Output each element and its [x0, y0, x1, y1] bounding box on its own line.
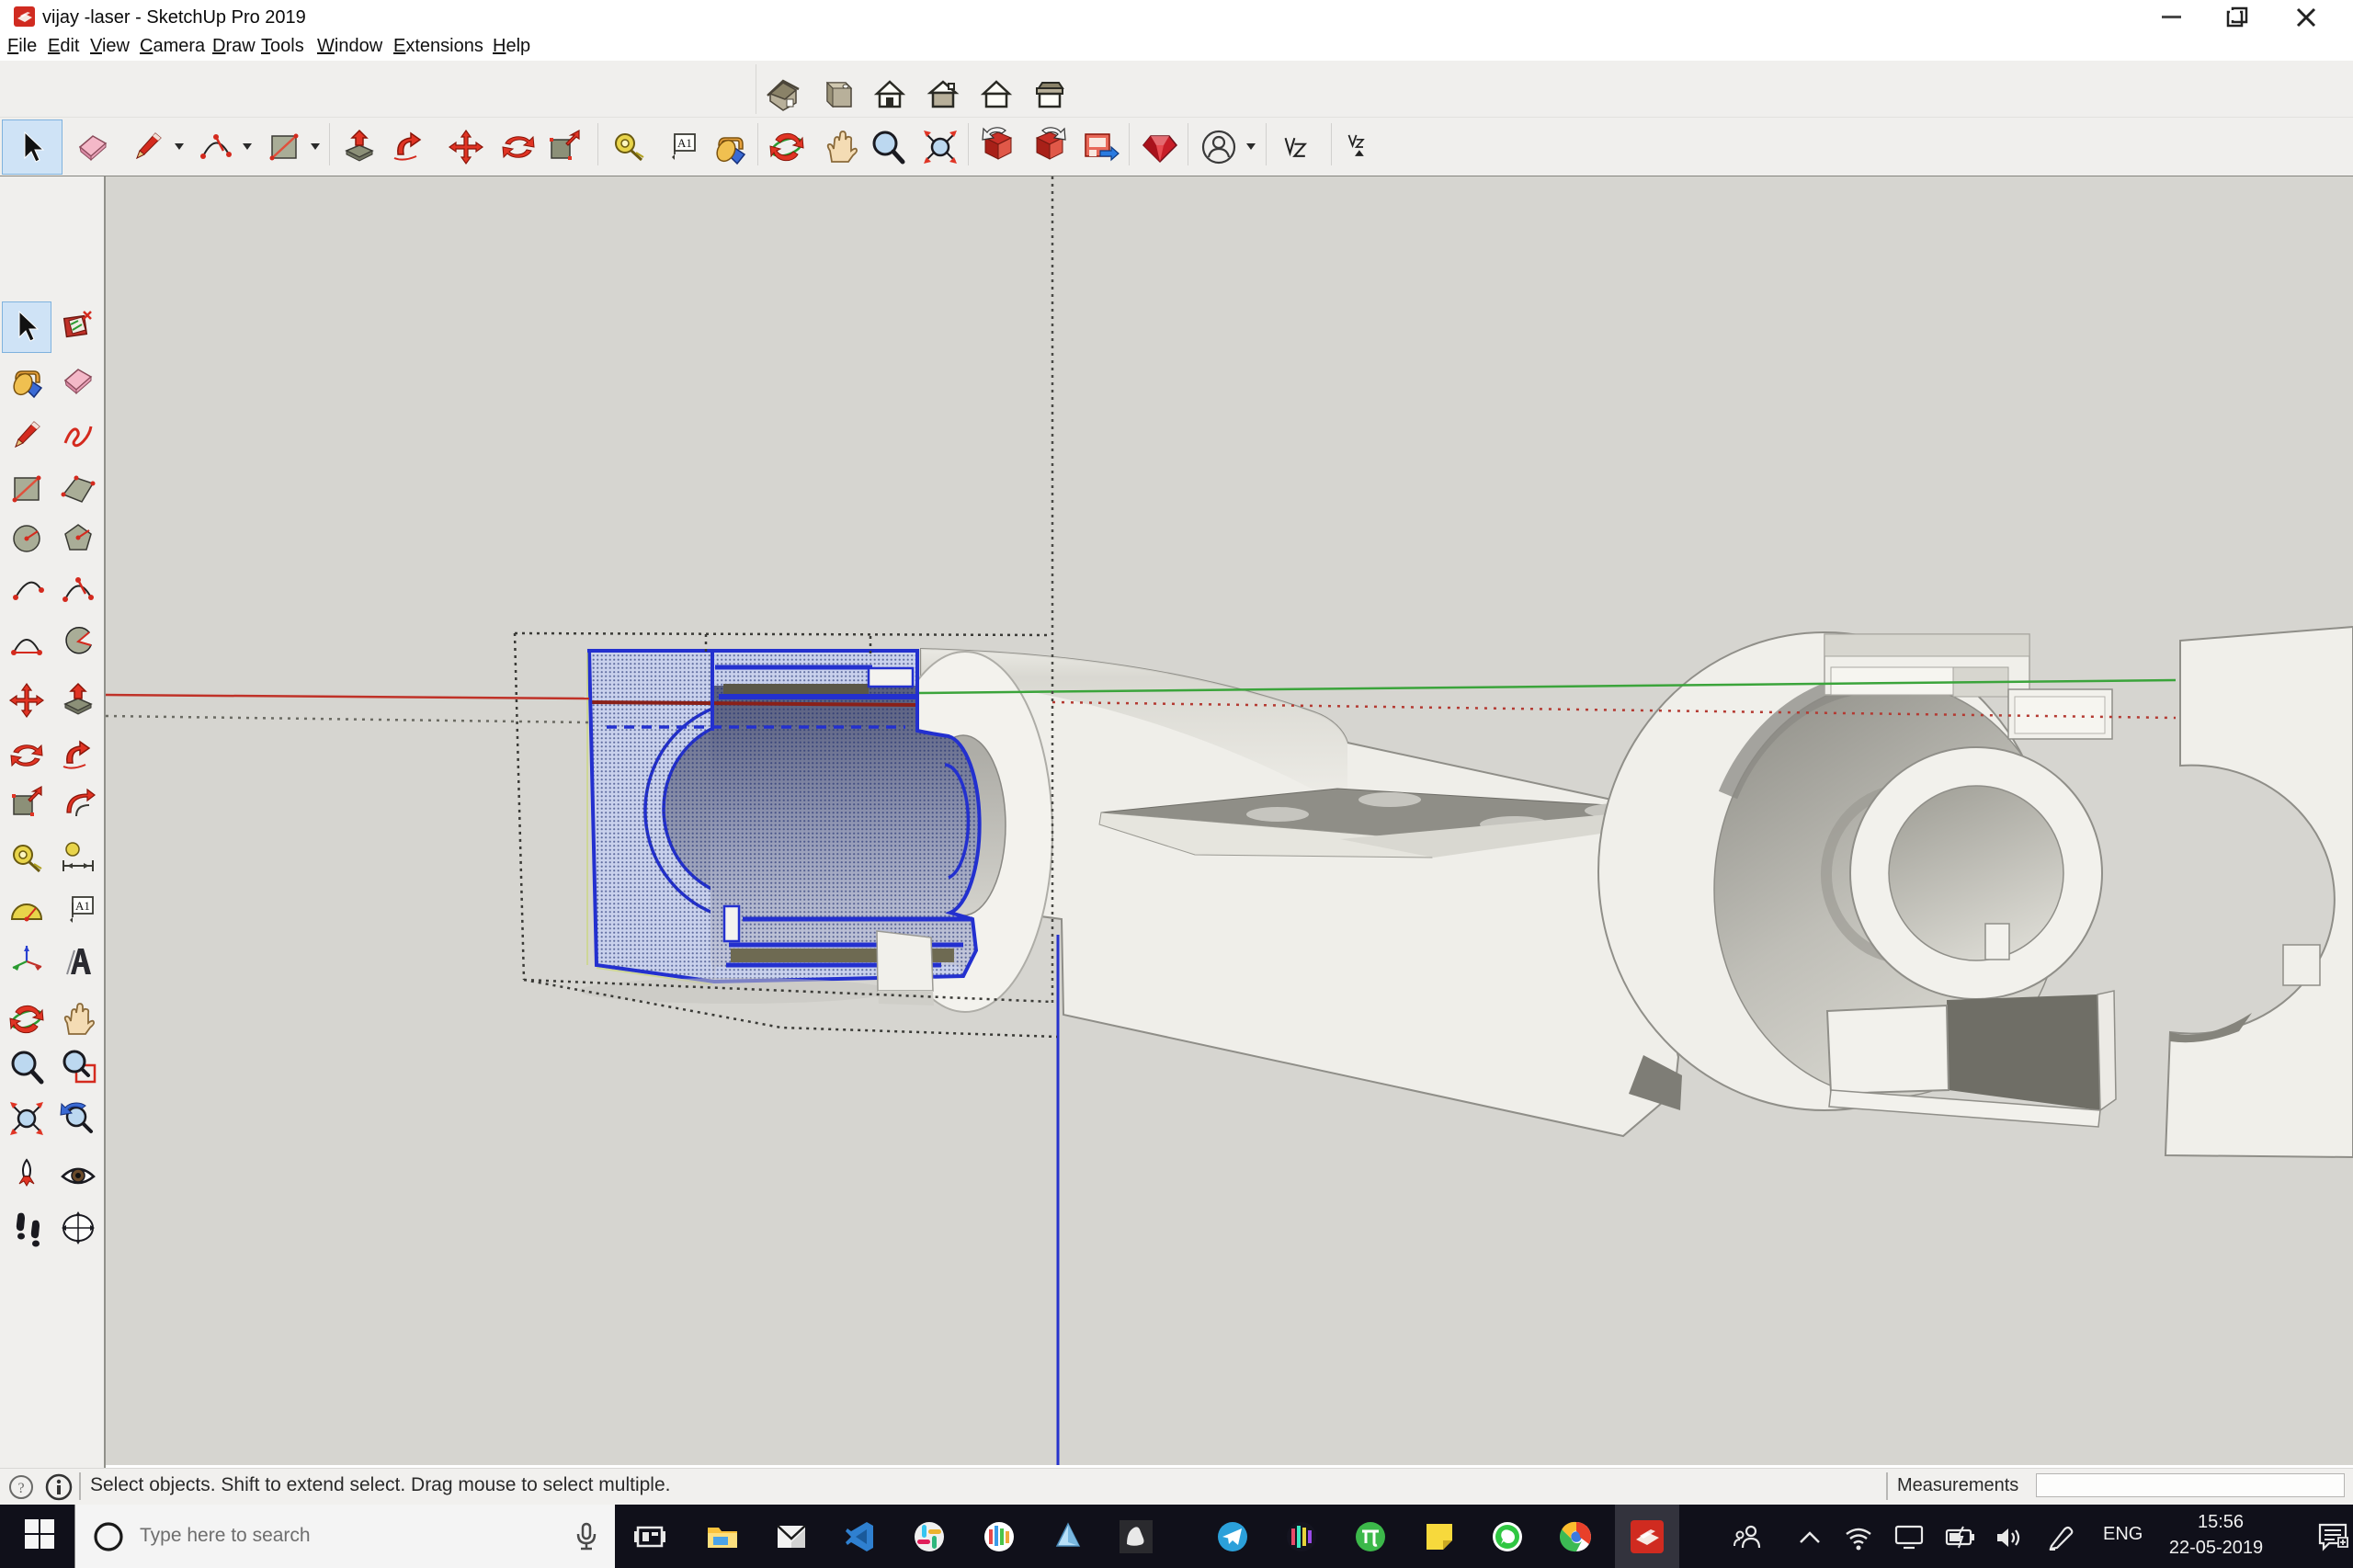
svg-text:?: ? — [17, 1481, 24, 1496]
